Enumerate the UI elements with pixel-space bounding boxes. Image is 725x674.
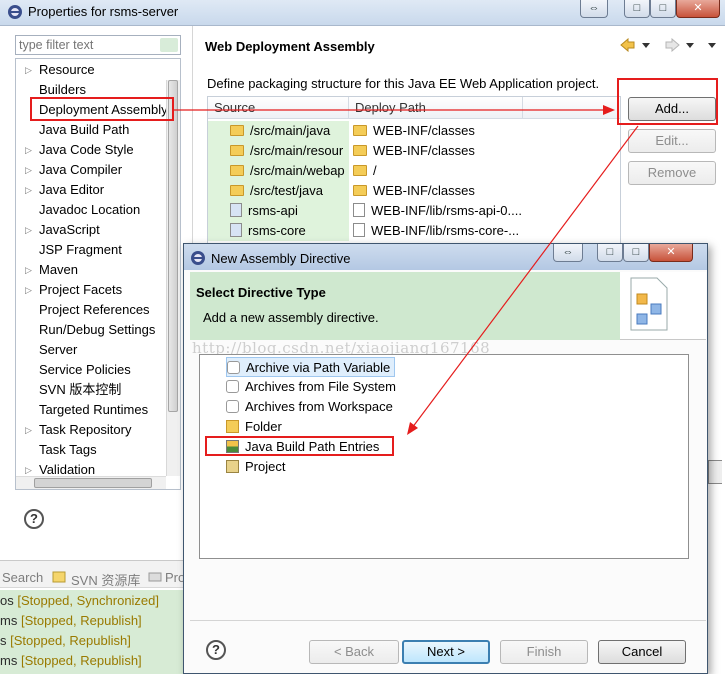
expand-arrow-icon[interactable]: ▷ (25, 180, 35, 200)
back-button[interactable]: < Back (309, 640, 399, 664)
table-row[interactable]: rsms-api WEB-INF/lib/rsms-api-0.... (208, 201, 620, 221)
maximize-button[interactable]: □ (623, 244, 649, 262)
folder-icon (353, 185, 367, 196)
svn-repository-view-tab[interactable]: SVN 资源库 (71, 570, 140, 589)
cancel-button[interactable]: Cancel (598, 640, 686, 664)
list-item-archives-from-workspace[interactable]: Archives from Workspace (226, 397, 393, 417)
highlight-java-build-path-entries (205, 436, 394, 456)
dialog-header-description: Add a new assembly directive. (203, 310, 379, 325)
remove-button[interactable]: Remove (628, 161, 716, 185)
table-row[interactable]: /src/test/java WEB-INF/classes (208, 181, 620, 201)
help-icon[interactable]: ? (24, 509, 44, 529)
column-header-deploy-path[interactable]: Deploy Path (349, 97, 523, 119)
project-icon (230, 203, 242, 217)
dialog-header-title: Select Directive Type (196, 285, 326, 300)
dialog-title: New Assembly Directive (211, 251, 351, 266)
directive-type-list: Archive via Path Variable Archives from … (199, 354, 689, 559)
folder-icon (230, 165, 244, 176)
folder-icon (230, 145, 244, 156)
minimize-button[interactable]: □ (624, 0, 650, 18)
highlight-add-button (617, 78, 718, 125)
folder-icon (230, 125, 244, 136)
highlight-deployment-assembly (30, 97, 174, 121)
dialog-header-band (190, 272, 620, 340)
table-row[interactable]: rsms-core WEB-INF/lib/rsms-core-... (208, 221, 620, 241)
eclipse-icon (8, 5, 22, 19)
jar-icon (353, 203, 365, 217)
jar-icon (353, 223, 365, 237)
table-row[interactable]: /src/main/webap / (208, 161, 620, 181)
expand-arrow-icon[interactable]: ▷ (25, 420, 35, 440)
expand-arrow-icon[interactable]: ▷ (25, 140, 35, 160)
jar-icon (226, 380, 239, 393)
property-page-tree: ▷ Resource Builders Deployment Assembly J… (15, 58, 181, 490)
expand-arrow-icon[interactable]: ▷ (25, 280, 35, 300)
expand-arrow-icon[interactable]: ▷ (25, 220, 35, 240)
server-row[interactable]: s [Stopped, Republish] (0, 631, 131, 651)
dialog-separator (190, 620, 706, 621)
project-icon (230, 223, 242, 237)
server-row[interactable]: ms [Stopped, Republish] (0, 611, 142, 631)
list-item-archive-via-path-variable[interactable]: Archive via Path Variable (226, 357, 396, 377)
filter-input[interactable] (16, 36, 156, 54)
restore-icon[interactable]: ⇔ (553, 244, 583, 262)
tree-scroll-thumb[interactable] (168, 80, 178, 412)
folder-icon (353, 125, 367, 136)
assembly-table: Source Deploy Path /src/main/java WEB-IN… (207, 96, 621, 256)
svn-repository-icon (52, 571, 66, 583)
folder-icon (230, 185, 244, 196)
close-button[interactable]: ✕ (649, 244, 693, 262)
expand-arrow-icon[interactable]: ▷ (25, 260, 35, 280)
table-row[interactable]: /src/main/java WEB-INF/classes (208, 121, 620, 141)
help-icon[interactable]: ? (206, 640, 226, 660)
expand-arrow-icon[interactable]: ▷ (25, 60, 35, 80)
minimize-button[interactable]: □ (597, 244, 623, 262)
list-item-archives-from-file-system[interactable]: Archives from File System (226, 377, 396, 397)
tree-hscroll-thumb[interactable] (34, 478, 152, 488)
page-description: Define packaging structure for this Java… (207, 76, 600, 91)
list-item-project[interactable]: Project (226, 457, 285, 477)
finish-button[interactable]: Finish (500, 640, 588, 664)
list-item-folder[interactable]: Folder (226, 417, 282, 437)
maximize-button[interactable]: □ (650, 0, 676, 18)
folder-icon (353, 165, 367, 176)
properties-title: Properties for rsms-server (28, 4, 179, 19)
expand-arrow-icon[interactable]: ▷ (25, 160, 35, 180)
progress-view-icon (148, 572, 162, 582)
column-header-source[interactable]: Source (208, 97, 349, 119)
page-title: Web Deployment Assembly (205, 39, 375, 54)
column-header-empty (523, 97, 620, 119)
obscured-button-edge (708, 460, 722, 484)
folder-icon (226, 420, 239, 433)
project-icon (226, 460, 239, 473)
filter-field[interactable] (15, 35, 181, 55)
jar-icon (227, 361, 240, 374)
edit-button[interactable]: Edit... (628, 129, 716, 153)
server-row[interactable]: ms [Stopped, Republish] (0, 651, 142, 671)
table-row[interactable]: /src/main/resour WEB-INF/classes (208, 141, 620, 161)
folder-icon (353, 145, 367, 156)
jar-icon (226, 400, 239, 413)
server-row[interactable]: os [Stopped, Synchronized] (0, 591, 159, 611)
history-nav-icons[interactable] (620, 38, 720, 52)
wizard-banner-icon (630, 277, 668, 331)
close-button[interactable]: ✕ (676, 0, 720, 18)
eclipse-icon (191, 251, 205, 265)
next-button[interactable]: Next > (402, 640, 490, 664)
restore-icon[interactable]: ⇔ (580, 0, 608, 18)
clear-filter-icon[interactable] (160, 38, 178, 52)
search-view-tab[interactable]: Search (2, 570, 43, 585)
